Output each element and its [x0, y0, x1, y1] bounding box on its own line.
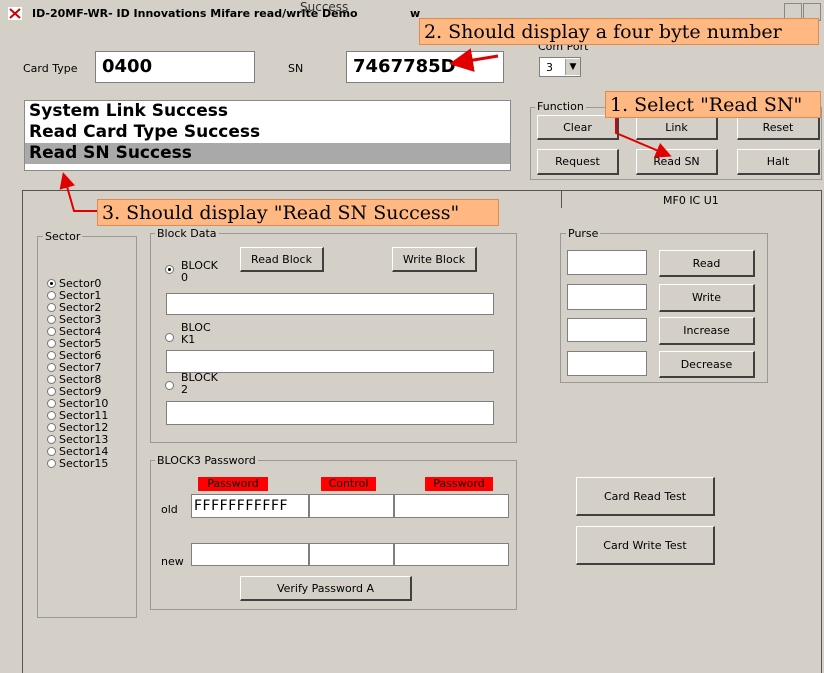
old-control-field[interactable]: [309, 494, 394, 518]
link-button[interactable]: Link: [636, 115, 718, 140]
block1-field[interactable]: [166, 350, 494, 373]
reset-button[interactable]: Reset: [737, 115, 820, 140]
radio-icon: [47, 410, 56, 420]
purse-increase-field[interactable]: [567, 318, 647, 342]
radio-icon: [47, 374, 56, 384]
request-button[interactable]: Request: [537, 149, 619, 175]
clear-button[interactable]: Clear: [537, 115, 619, 140]
sector-radio-list: Sector0 Sector1 Sector2 Sector3 Sector4 …: [47, 278, 108, 470]
sn-label: SN: [288, 62, 304, 75]
new-password-field[interactable]: [191, 543, 309, 566]
radio-icon: [47, 326, 56, 336]
write-block-button[interactable]: Write Block: [392, 247, 477, 272]
sn-field[interactable]: 7467785D: [346, 51, 504, 83]
callout-3: 3. Should display "Read SN Success": [97, 199, 499, 226]
card-write-test-button[interactable]: Card Write Test: [576, 526, 715, 565]
decrease-button[interactable]: Decrease: [659, 351, 755, 378]
radio-selected-icon: [165, 264, 174, 274]
radio-icon: [47, 362, 56, 372]
log-line-selected: Read SN Success: [25, 143, 510, 164]
purse-write-field[interactable]: [567, 284, 647, 310]
block1-radio[interactable]: [165, 331, 177, 344]
sector-radio-15[interactable]: Sector15: [47, 458, 108, 470]
purse-decrease-field[interactable]: [567, 351, 647, 376]
radio-icon: [47, 290, 56, 300]
card-read-test-button[interactable]: Card Read Test: [576, 477, 715, 516]
callout-2: 2. Should display a four byte number: [419, 18, 819, 45]
radio-icon: [47, 338, 56, 348]
block2-field[interactable]: [166, 401, 494, 425]
card-type-label: Card Type: [23, 62, 78, 75]
com-port-select[interactable]: 3 ▼: [539, 57, 581, 77]
radio-icon: [47, 422, 56, 432]
log-line: System Link Success: [29, 101, 228, 121]
callout-1: 1. Select "Read SN": [605, 91, 821, 118]
verify-password-button[interactable]: Verify Password A: [240, 576, 412, 601]
radio-icon: [47, 302, 56, 312]
old-label: old: [161, 503, 178, 516]
radio-icon: [47, 446, 56, 456]
radio-icon: [47, 434, 56, 444]
block1-label: BLOC K1: [181, 321, 211, 346]
tab-mf0-ic-u1-label: MF0 IC U1: [663, 194, 719, 207]
read-block-button[interactable]: Read Block: [240, 247, 324, 272]
radio-icon: [47, 386, 56, 396]
password-col-label-1: Password: [198, 477, 268, 491]
new-control-field[interactable]: [309, 543, 394, 566]
read-sn-button[interactable]: Read SN: [636, 149, 718, 175]
block0-label: BLOCK 0: [181, 259, 218, 284]
log-line: Read Card Type Success: [29, 122, 261, 142]
radio-selected-icon: [47, 278, 56, 288]
halt-button[interactable]: Halt: [737, 149, 820, 175]
function-label: Function: [535, 100, 586, 113]
old-password-field-2[interactable]: [394, 494, 509, 518]
new-password-field-2[interactable]: [394, 543, 509, 566]
control-col-label: Control: [321, 477, 376, 491]
increase-button[interactable]: Increase: [659, 317, 755, 345]
radio-icon: [47, 314, 56, 324]
sector-label: Sector: [43, 230, 83, 243]
card-type-field[interactable]: 0400: [95, 51, 255, 83]
password-group-label: BLOCK3 Password: [155, 454, 258, 467]
radio-icon: [47, 398, 56, 408]
purse-label: Purse: [566, 227, 601, 240]
radio-icon: [165, 332, 174, 342]
com-port-value: 3: [546, 60, 553, 74]
purse-read-button[interactable]: Read: [659, 250, 755, 277]
password-col-label-2: Password: [425, 477, 493, 491]
status-log: System Link Success Read Card Type Succe…: [24, 100, 511, 171]
new-label: new: [161, 555, 184, 568]
chevron-down-icon: ▼: [565, 59, 580, 75]
block2-radio[interactable]: [165, 379, 177, 392]
purse-read-field[interactable]: [567, 250, 647, 275]
radio-icon: [47, 458, 56, 468]
block-data-label: Block Data: [155, 227, 219, 240]
sector-label-15: Sector15: [59, 457, 109, 470]
radio-icon: [165, 380, 174, 390]
radio-icon: [47, 350, 56, 360]
block0-field[interactable]: [166, 293, 494, 315]
window-title: ID-20MF-WR- ID Innovations Mifare read/w…: [32, 7, 358, 20]
old-password-field[interactable]: FFFFFFFFFFF: [191, 494, 309, 518]
purse-write-button[interactable]: Write: [659, 284, 755, 312]
block0-radio[interactable]: [165, 263, 177, 276]
block2-label: BLOCK 2: [181, 371, 218, 396]
app-icon: [8, 7, 22, 20]
